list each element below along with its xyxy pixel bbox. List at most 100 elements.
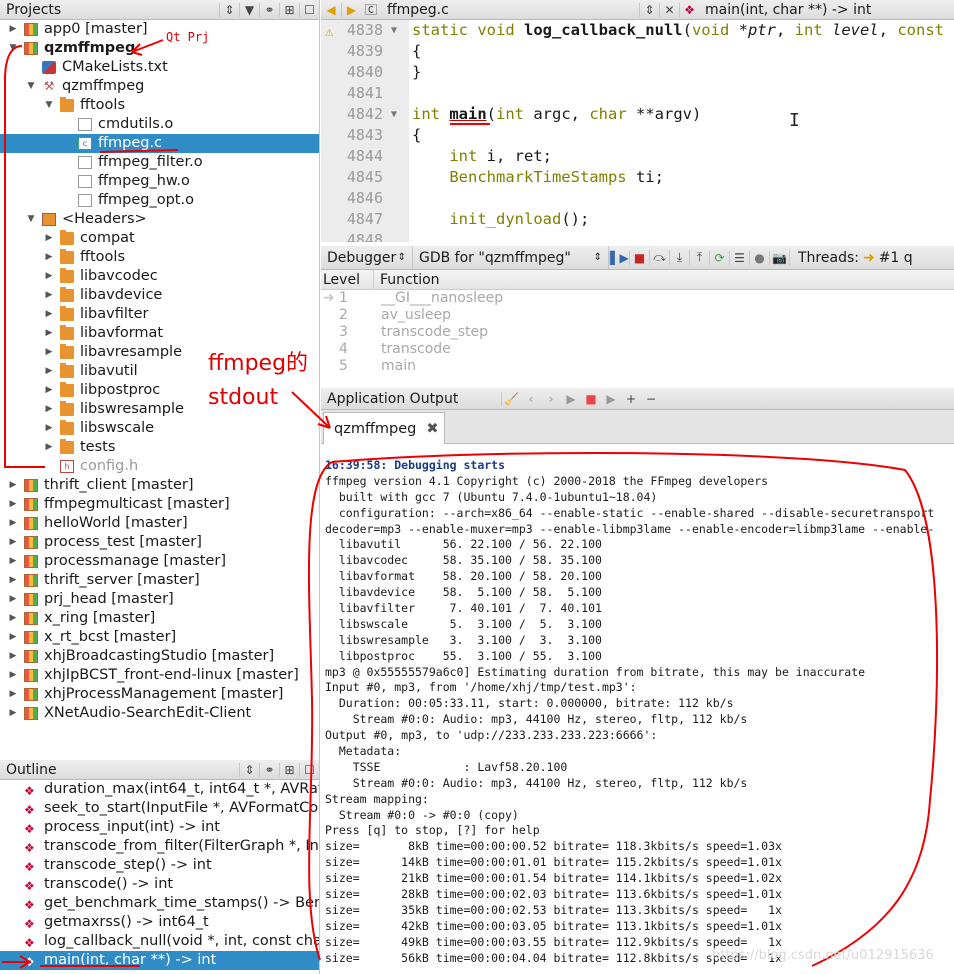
project-tree-item[interactable]: ▼ qzmffmpeg <box>0 39 319 58</box>
stop-app-icon[interactable]: ■ <box>581 392 601 406</box>
collapsed-arrow-icon[interactable]: ▶ <box>44 248 54 267</box>
collapsed-arrow-icon[interactable]: ▶ <box>8 628 18 647</box>
zoom-in-icon[interactable]: + <box>621 392 641 406</box>
collapsed-arrow-icon[interactable]: ▶ <box>44 343 54 362</box>
outline-item[interactable]: ❖ duration_max(int64_t, int64_t *, AVRat <box>0 780 319 799</box>
project-tree-item[interactable]: ▶ fftools <box>0 248 319 267</box>
fold-arrow-icon[interactable]: ▼ <box>391 104 397 125</box>
back-icon[interactable]: ◀ <box>321 3 341 17</box>
collapsed-arrow-icon[interactable]: ▶ <box>44 438 54 457</box>
stack-frame-row[interactable]: 3 transcode_step <box>321 324 954 341</box>
tab-qzmffmpeg[interactable]: qzmffmpeg ✖ <box>323 412 445 444</box>
project-tree-item[interactable]: ffmpeg_hw.o <box>0 172 319 191</box>
file-name[interactable]: ffmpeg.c <box>381 2 561 18</box>
code-line[interactable]: 4845 BenchmarkTimeStamps ti; <box>321 167 954 188</box>
col-level[interactable]: Level <box>323 270 360 290</box>
run-icon[interactable]: ▶ <box>561 392 581 406</box>
project-tree-item[interactable]: ▶ libavformat <box>0 324 319 343</box>
code-editor[interactable]: ⚠ 4838 ▼ static void log_callback_null(void… <box>321 20 954 242</box>
debug-config-combo[interactable]: GDB for "qzmffmpeg" ⇕ <box>413 246 609 269</box>
code-line[interactable]: 4840} <box>321 62 954 83</box>
project-tree-item[interactable]: ▶ xhjIpBCST_front-end-linux [master] <box>0 666 319 685</box>
collapsed-arrow-icon[interactable]: ▶ <box>44 381 54 400</box>
project-tree-item[interactable]: ▶ x_rt_bcst [master] <box>0 628 319 647</box>
collapsed-arrow-icon[interactable]: ▶ <box>8 495 18 514</box>
collapsed-arrow-icon[interactable]: ▶ <box>8 666 18 685</box>
debugger-mode-combo[interactable]: Debugger ⇕ <box>321 246 413 269</box>
application-output-text[interactable]: 16:39:58: Debugging starts ffmpeg version… <box>321 444 954 974</box>
stack-frame-row[interactable]: ➜ 1 __GI___nanosleep <box>321 290 954 307</box>
project-tree-item[interactable]: ▶ compat <box>0 229 319 248</box>
project-tree-item[interactable]: ffmpeg_filter.o <box>0 153 319 172</box>
thread-selector[interactable]: #1 q <box>875 250 913 266</box>
outline-item[interactable]: ❖ seek_to_start(InputFile *, AVFormatCo <box>0 799 319 818</box>
code-line[interactable]: 4839 { <box>321 41 954 62</box>
link-icon[interactable]: ⚭ <box>259 2 279 17</box>
stack-frame-row[interactable]: 2 av_usleep <box>321 307 954 324</box>
project-tree-item[interactable]: ▶ processmanage [master] <box>0 552 319 571</box>
close-file-icon[interactable]: ✕ <box>659 2 679 17</box>
project-tree-item[interactable]: cmdutils.o <box>0 115 319 134</box>
project-tree-item[interactable]: ▶ ffmpegmulticast [master] <box>0 495 319 514</box>
symbol-selector[interactable]: main(int, char **) -> int <box>699 2 954 18</box>
collapsed-arrow-icon[interactable]: ▶ <box>8 590 18 609</box>
outline-item[interactable]: ❖ transcode_step() -> int <box>0 856 319 875</box>
collapsed-arrow-icon[interactable]: ▶ <box>8 514 18 533</box>
project-tree-item[interactable]: ▶ xhjProcessManagement [master] <box>0 685 319 704</box>
close-panel-icon[interactable]: ☐ <box>299 2 319 17</box>
forward-icon[interactable]: ▶ <box>341 2 361 17</box>
next-icon[interactable]: › <box>541 392 561 406</box>
stack-frame-row[interactable]: 4 transcode <box>321 341 954 358</box>
collapsed-arrow-icon[interactable]: ▶ <box>8 647 18 666</box>
prev-icon[interactable]: ‹ <box>521 392 541 406</box>
project-tree-item[interactable]: ▶ libavdevice <box>0 286 319 305</box>
collapsed-arrow-icon[interactable]: ▶ <box>8 704 18 723</box>
outline-item[interactable]: ❖ transcode_from_filter(FilterGraph *, In <box>0 837 319 856</box>
project-tree-item[interactable]: ▶ xhjBroadcastingStudio [master] <box>0 647 319 666</box>
step-out-icon[interactable]: ⤒ <box>689 250 709 265</box>
project-tree-item[interactable]: ▼ <Headers> <box>0 210 319 229</box>
code-line[interactable]: ⚠ 4838 ▼ static void log_callback_null(void… <box>321 20 954 41</box>
code-line[interactable]: 4842 ▼ int main(int argc, char **argv) <box>321 104 954 125</box>
outline-selector-icon[interactable]: ⇕ <box>239 762 259 777</box>
code-line[interactable]: 4841 <box>321 83 954 104</box>
snapshot-icon[interactable]: 📷 <box>769 250 789 265</box>
outline-item[interactable]: ❖ process_input(int) -> int <box>0 818 319 837</box>
operate-by-instruction-icon[interactable]: ☰ <box>729 250 749 265</box>
collapsed-arrow-icon[interactable]: ▶ <box>8 552 18 571</box>
project-tree-item[interactable]: ▶ x_ring [master] <box>0 609 319 628</box>
stack-view[interactable]: Level Function ➜ 1 __GI___nanosleep 2 av_usl… <box>321 270 954 378</box>
project-tree-item[interactable]: ▶ tests <box>0 438 319 457</box>
expanded-arrow-icon[interactable]: ▼ <box>44 96 54 115</box>
code-line[interactable]: 4843 { <box>321 125 954 146</box>
collapsed-arrow-icon[interactable]: ▶ <box>44 286 54 305</box>
stack-frames[interactable]: ➜ 1 __GI___nanosleep 2 av_usleep 3 transcode_s… <box>321 290 954 375</box>
file-dropdown-icon[interactable]: ⇕ <box>639 2 659 17</box>
clean-icon[interactable]: 🧹 <box>501 391 521 406</box>
projects-view-selector-icon[interactable]: ⇕ <box>219 2 239 17</box>
project-tree-item[interactable]: h config.h <box>0 457 319 476</box>
code-line[interactable]: 4846 <box>321 188 954 209</box>
project-tree-item[interactable]: ▼ fftools <box>0 96 319 115</box>
project-tree-item[interactable]: c ffmpeg.c <box>0 134 319 153</box>
link-icon[interactable]: ⚭ <box>259 762 279 777</box>
collapsed-arrow-icon[interactable]: ▶ <box>44 419 54 438</box>
collapsed-arrow-icon[interactable]: ▶ <box>44 267 54 286</box>
outline-tree[interactable]: ❖ duration_max(int64_t, int64_t *, AVRat ❖… <box>0 780 319 974</box>
stack-frame-row[interactable]: 5 main <box>321 358 954 375</box>
continue-icon[interactable]: ▌▶ <box>609 250 629 265</box>
outline-item[interactable]: ❖ main(int, char **) -> int <box>0 951 319 970</box>
filter-icon[interactable]: ▼ <box>239 2 259 17</box>
outline-item[interactable]: ❖ log_callback_null(void *, int, const ch… <box>0 932 319 951</box>
project-tree-item[interactable]: ▶ thrift_client [master] <box>0 476 319 495</box>
expanded-arrow-icon[interactable]: ▼ <box>8 39 18 58</box>
code-lines[interactable]: ⚠ 4838 ▼ static void log_callback_null(void… <box>321 20 954 242</box>
project-tree-item[interactable]: ▶ libavcodec <box>0 267 319 286</box>
project-tree-item[interactable]: CMakeLists.txt <box>0 58 319 77</box>
project-tree-item[interactable]: ▶ app0 [master] <box>0 20 319 39</box>
collapsed-arrow-icon[interactable]: ▶ <box>8 533 18 552</box>
expanded-arrow-icon[interactable]: ▼ <box>26 210 36 229</box>
split-icon[interactable]: ⊞ <box>279 2 299 17</box>
restart-icon[interactable]: ⟳ <box>709 250 729 265</box>
stop-icon[interactable]: ■ <box>629 250 649 265</box>
